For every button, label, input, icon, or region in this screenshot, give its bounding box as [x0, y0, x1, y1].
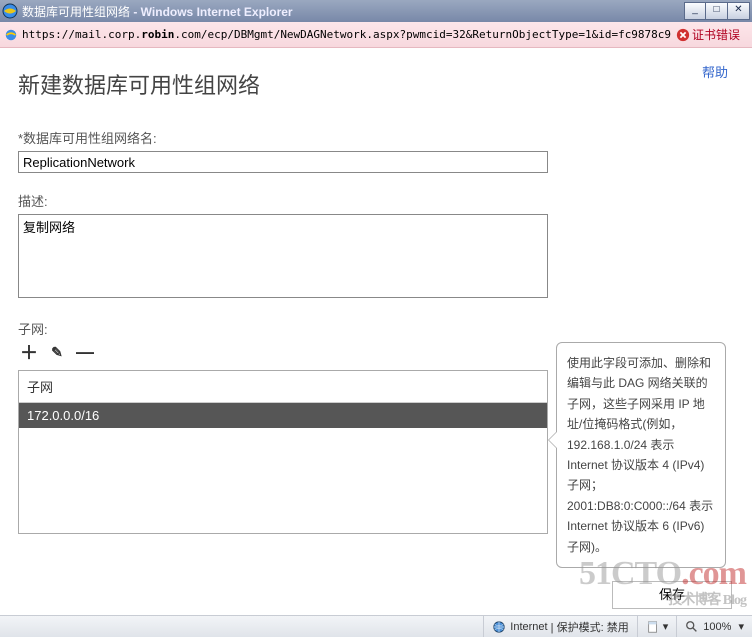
description-section: 描述: — [18, 191, 734, 301]
page-icon — [646, 620, 660, 634]
window-title: 数据库可用性组网络 - Windows Internet Explorer — [22, 3, 684, 20]
zoom-icon — [685, 620, 699, 634]
subnet-grid: 子网 172.0.0.0/16 — [18, 370, 548, 534]
status-zoom[interactable]: 100% ▾ — [676, 616, 752, 637]
shield-error-icon — [676, 28, 690, 42]
maximize-button[interactable]: □ — [706, 2, 728, 20]
add-button[interactable]: ＋ — [18, 342, 40, 362]
minimize-button[interactable]: _ — [684, 2, 706, 20]
grid-body: 172.0.0.0/16 — [19, 403, 547, 533]
name-input[interactable] — [18, 151, 548, 173]
remove-button[interactable]: — — [74, 342, 96, 362]
subnet-label: 子网: — [18, 319, 734, 338]
help-callout: 使用此字段可添加、删除和编辑与此 DAG 网络关联的子网，这些子网采用 IP 地… — [556, 342, 726, 568]
action-row: 保存 — [612, 581, 732, 609]
name-label: *数据库可用性组网络名: — [18, 128, 734, 147]
description-label: 描述: — [18, 191, 734, 210]
name-section: *数据库可用性组网络名: — [18, 128, 734, 173]
edit-button[interactable]: ✎ — [46, 342, 68, 362]
status-bar: Internet | 保护模式: 禁用 ▾ 100% ▾ — [0, 615, 752, 637]
page-content: 新建数据库可用性组网络 *数据库可用性组网络名: 描述: 子网: ＋ ✎ — 子… — [0, 48, 752, 613]
help-link[interactable]: 帮助 — [702, 62, 728, 81]
globe-icon — [492, 620, 506, 634]
description-input[interactable] — [18, 214, 548, 298]
page-heading: 新建数据库可用性组网络 — [18, 68, 734, 100]
status-addons[interactable]: ▾ — [637, 616, 677, 637]
save-button[interactable]: 保存 — [612, 581, 732, 609]
status-spacer — [0, 616, 483, 637]
grid-header: 子网 — [19, 371, 547, 403]
url-text[interactable]: https://mail.corp.robin.com/ecp/DBMgmt/N… — [22, 28, 672, 41]
ie-icon — [4, 28, 18, 42]
ie-icon — [2, 3, 18, 19]
window-controls: _ □ ✕ — [684, 2, 750, 20]
status-zone: Internet | 保护模式: 禁用 — [483, 616, 636, 637]
address-bar: https://mail.corp.robin.com/ecp/DBMgmt/N… — [0, 22, 752, 48]
grid-row[interactable]: 172.0.0.0/16 — [19, 403, 547, 428]
window-titlebar: 数据库可用性组网络 - Windows Internet Explorer _ … — [0, 0, 752, 22]
certificate-error[interactable]: 证书错误 — [672, 26, 748, 43]
close-button[interactable]: ✕ — [728, 2, 750, 20]
